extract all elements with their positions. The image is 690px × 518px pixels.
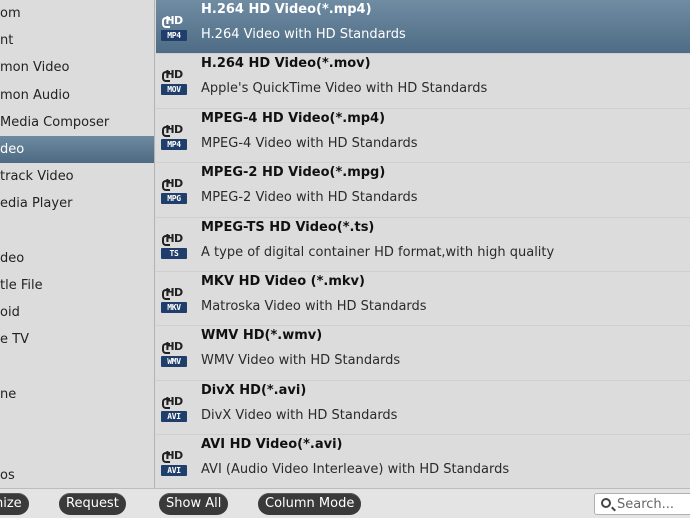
format-item[interactable]: HD MPG MPEG-2 HD Video(*.mpg) MPEG-2 Vid…	[156, 163, 690, 218]
extension-badge: AVI	[161, 410, 187, 422]
format-title: DivX HD(*.avi)	[201, 382, 307, 398]
hd-mark: HD	[160, 230, 188, 247]
category-item[interactable]: tle File	[0, 272, 154, 299]
category-item[interactable]: nt	[0, 27, 154, 54]
category-label: e TV	[0, 332, 29, 348]
category-item[interactable]: mon Audio	[0, 82, 154, 109]
hd-format-icon: HD WMV	[160, 338, 188, 368]
category-label: deo	[0, 250, 25, 266]
format-title: WMV HD(*.wmv)	[201, 328, 323, 344]
extension-badge: MKV	[161, 301, 187, 313]
category-item[interactable]: deo	[0, 245, 154, 272]
category-label: ne	[0, 386, 17, 402]
extension-badge: MP4	[161, 138, 187, 150]
column-mode-button[interactable]: Column Mode	[258, 493, 362, 515]
hd-format-icon: HD MP4	[160, 121, 188, 151]
format-description: AVI (Audio Video Interleave) with HD Sta…	[201, 462, 510, 478]
search-box[interactable]	[594, 493, 690, 515]
hd-mark: HD	[160, 66, 188, 83]
category-label: track Video	[0, 169, 74, 185]
show-all-button[interactable]: Show All	[159, 493, 229, 515]
format-item[interactable]: HD TS MPEG-TS HD Video(*.ts) A type of d…	[156, 218, 690, 272]
format-description: A type of digital container HD format,wi…	[201, 244, 555, 260]
hd-mark: HD	[160, 284, 188, 301]
format-description: WMV Video with HD Standards	[201, 353, 401, 369]
category-label: edia Player	[0, 196, 73, 212]
format-item-selected[interactable]: HD MP4 H.264 HD Video(*.mp4) H.264 Video…	[156, 0, 690, 55]
category-item[interactable]	[0, 218, 154, 245]
hd-mark: HD	[160, 393, 188, 410]
category-item[interactable]: e TV	[0, 326, 154, 353]
category-label: mon Video	[0, 60, 70, 76]
category-item[interactable]: oid	[0, 299, 154, 326]
format-item[interactable]: HD WMV WMV HD(*.wmv) WMV Video with HD S…	[156, 326, 690, 381]
category-item[interactable]: edia Player	[0, 190, 154, 217]
category-label: tle File	[0, 277, 43, 293]
format-item[interactable]: HD AVI DivX HD(*.avi) DivX Video with HD…	[156, 381, 690, 436]
hd-format-icon: HD MOV	[160, 66, 188, 96]
category-item-selected[interactable]: deo	[0, 135, 154, 164]
format-item[interactable]: HD AVI AVI HD Video(*.avi) AVI (Audio Vi…	[156, 435, 690, 488]
format-description: H.264 Video with HD Standards	[201, 27, 406, 42]
category-label: om	[0, 6, 21, 21]
extension-badge: WMV	[161, 356, 187, 368]
request-button[interactable]: Request	[59, 493, 126, 515]
category-item[interactable]	[0, 435, 154, 462]
category-label: mon Audio	[0, 87, 70, 103]
category-label: os	[0, 468, 15, 484]
format-title: MPEG-TS HD Video(*.ts)	[201, 219, 375, 235]
search-icon	[601, 498, 611, 508]
hd-mark: HD	[160, 12, 188, 29]
category-label: deo	[0, 141, 25, 157]
category-label: oid	[0, 305, 20, 321]
extension-badge: TS	[161, 247, 187, 259]
format-title: AVI HD Video(*.avi)	[201, 437, 343, 453]
category-item[interactable]	[0, 408, 154, 435]
hd-mark: HD	[160, 175, 188, 192]
format-title: MPEG-4 HD Video(*.mp4)	[201, 110, 386, 126]
hd-format-icon: HD TS	[160, 230, 188, 260]
bottom-toolbar: nize Request Show All Column Mode	[0, 488, 690, 518]
format-description: DivX Video with HD Standards	[201, 407, 398, 423]
format-description: MPEG-4 Video with HD Standards	[201, 135, 418, 151]
category-label: nt	[0, 33, 14, 49]
extension-badge: MOV	[161, 84, 187, 96]
format-title: H.264 HD Video(*.mp4)	[201, 2, 372, 17]
format-description: Apple's QuickTime Video with HD Standard…	[201, 81, 488, 97]
category-item[interactable]: mon Video	[0, 54, 154, 81]
customize-button[interactable]: nize	[0, 493, 29, 515]
hd-format-icon: HD MKV	[160, 284, 188, 314]
extension-badge: MP4	[161, 30, 187, 41]
category-list: om nt mon Video mon Audio Media Composer…	[0, 0, 155, 488]
search-input[interactable]	[617, 496, 690, 512]
format-list: HD MP4 H.264 HD Video(*.mp4) H.264 Video…	[156, 0, 690, 488]
hd-mark: HD	[160, 338, 188, 355]
category-item[interactable]	[0, 353, 154, 380]
hd-format-icon: HD MP4	[160, 12, 188, 42]
format-title: MKV HD Video (*.mkv)	[201, 273, 365, 289]
format-description: MPEG-2 Video with HD Standards	[201, 190, 418, 206]
format-picker-window: om nt mon Video mon Audio Media Composer…	[0, 0, 690, 518]
category-item[interactable]: os	[0, 462, 154, 488]
format-title: H.264 HD Video(*.mov)	[201, 56, 371, 72]
format-description: Matroska Video with HD Standards	[201, 298, 427, 314]
hd-format-icon: HD AVI	[160, 447, 188, 477]
category-item[interactable]: om	[0, 0, 154, 27]
hd-mark: HD	[160, 121, 188, 138]
hd-mark: HD	[160, 447, 188, 464]
format-item[interactable]: HD MP4 MPEG-4 HD Video(*.mp4) MPEG-4 Vid…	[156, 109, 690, 164]
category-label: Media Composer	[0, 114, 110, 130]
hd-format-icon: HD MPG	[160, 175, 188, 205]
extension-badge: AVI	[161, 465, 187, 477]
format-title: MPEG-2 HD Video(*.mpg)	[201, 165, 386, 181]
hd-format-icon: HD AVI	[160, 393, 188, 423]
category-item[interactable]: Media Composer	[0, 109, 154, 136]
format-item[interactable]: HD MKV MKV HD Video (*.mkv) Matroska Vid…	[156, 272, 690, 327]
category-item[interactable]: ne	[0, 381, 154, 408]
format-item[interactable]: HD MOV H.264 HD Video(*.mov) Apple's Qui…	[156, 54, 690, 109]
extension-badge: MPG	[161, 193, 187, 205]
category-item[interactable]: track Video	[0, 163, 154, 190]
